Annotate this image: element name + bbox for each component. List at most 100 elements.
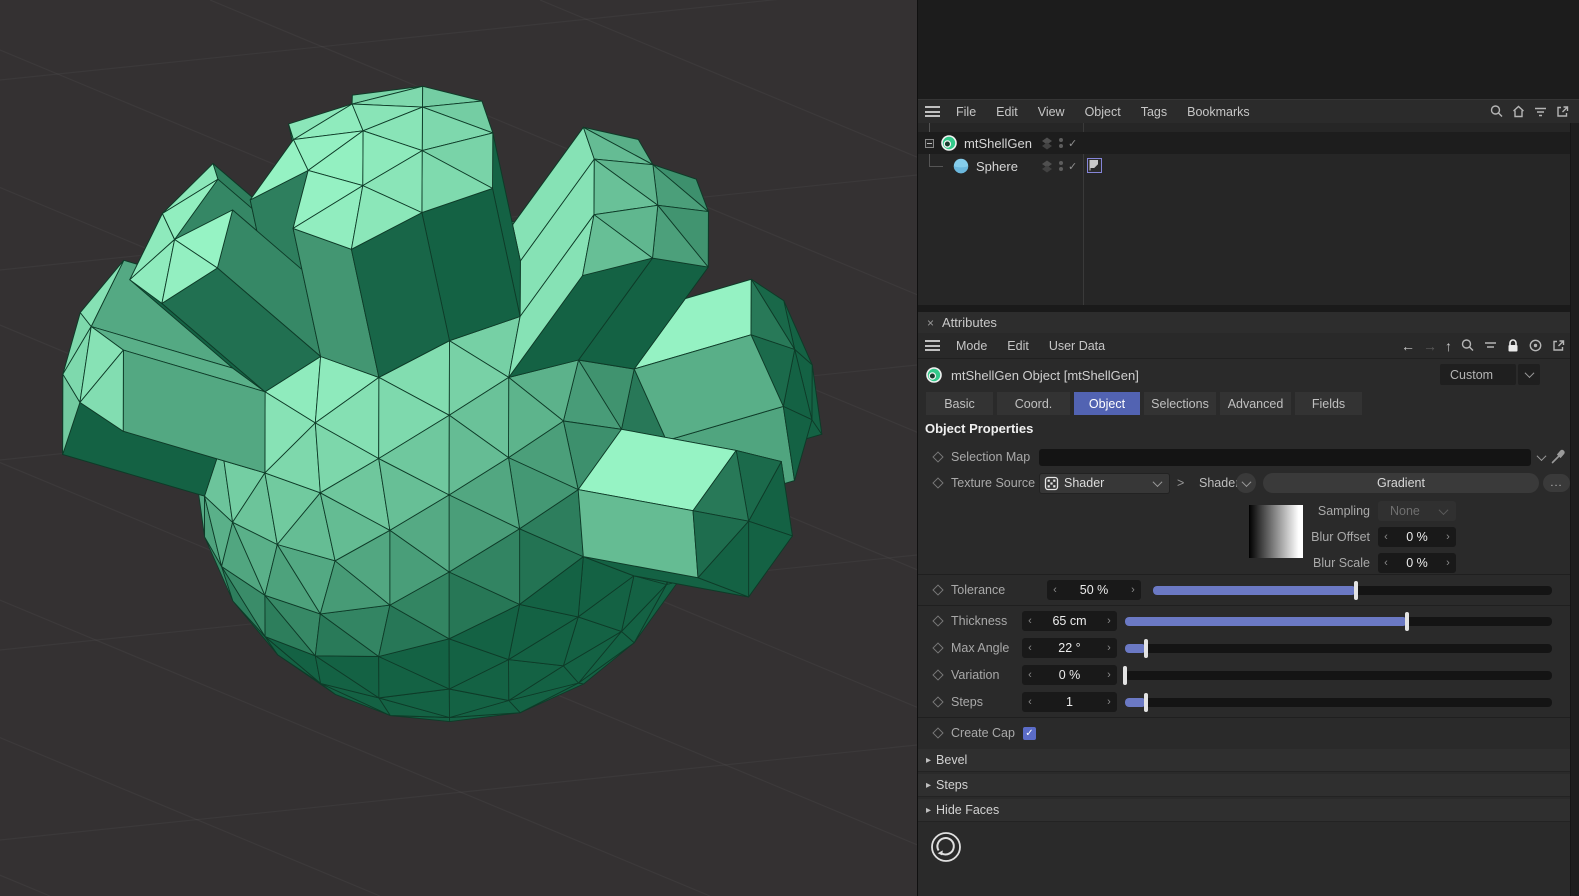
gradient-shader-button[interactable]: Gradient — [1263, 473, 1539, 493]
more-options-button[interactable]: ... — [1543, 474, 1570, 492]
spin-right-icon[interactable]: › — [1125, 584, 1141, 596]
shader-chevron-button[interactable] — [1236, 473, 1256, 493]
variation-spinner[interactable]: ‹ 0 % › — [1022, 665, 1117, 685]
spin-right-icon[interactable]: › — [1440, 531, 1456, 543]
chevron-down-icon[interactable] — [1536, 450, 1547, 461]
om-menu-edit[interactable]: Edit — [986, 105, 1028, 119]
scrollbar-gutter[interactable] — [1570, 123, 1579, 896]
slider-value[interactable]: 1 — [1038, 695, 1101, 709]
om-menu-file[interactable]: File — [946, 105, 986, 119]
keyframe-diamond-icon[interactable] — [932, 584, 944, 596]
enable-dots-icon[interactable] — [1057, 136, 1065, 150]
slider-handle[interactable] — [1123, 666, 1127, 685]
spin-left-icon[interactable]: ‹ — [1022, 696, 1038, 708]
slider-handle[interactable] — [1354, 581, 1359, 600]
layer-icon[interactable] — [1040, 159, 1054, 173]
eyedropper-icon[interactable] — [1550, 449, 1566, 465]
preset-value[interactable]: Custom — [1440, 364, 1516, 385]
history-forward-icon[interactable]: → — [1423, 338, 1437, 354]
attr-menu-userdata[interactable]: User Data — [1039, 339, 1115, 353]
group-bevel[interactable]: ▸ Bevel — [918, 749, 1579, 772]
keyframe-diamond-icon[interactable] — [932, 451, 944, 463]
enabled-check-icon[interactable]: ✓ — [1068, 137, 1077, 150]
slider-handle[interactable] — [1144, 639, 1149, 658]
max-angle-spinner[interactable]: ‹ 22 ° › — [1022, 638, 1117, 658]
steps-spinner[interactable]: ‹ 1 › — [1022, 692, 1117, 712]
slider-track[interactable] — [1125, 639, 1552, 658]
chevron-down-icon[interactable] — [1518, 364, 1540, 385]
keyframe-diamond-icon[interactable] — [932, 615, 944, 627]
tree-row-mtshellgen[interactable]: mtShellGen ✓ — [918, 132, 1579, 154]
keyframe-diamond-icon[interactable] — [932, 696, 944, 708]
refresh-icon[interactable] — [928, 829, 964, 865]
object-label[interactable]: mtShellGen — [964, 136, 1032, 151]
tolerance-spinner[interactable]: ‹ 50 % › — [1047, 580, 1141, 600]
history-back-icon[interactable]: ← — [1401, 338, 1415, 354]
spin-left-icon[interactable]: ‹ — [1022, 615, 1038, 627]
selection-tag-icon[interactable] — [1087, 158, 1102, 173]
expand-toggle-icon[interactable] — [925, 138, 934, 148]
popout-icon[interactable] — [1551, 338, 1566, 353]
blur-offset-spinner[interactable]: ‹ 0 % › — [1378, 527, 1456, 547]
spin-left-icon[interactable]: ‹ — [1022, 669, 1038, 681]
spin-right-icon[interactable]: › — [1440, 557, 1456, 569]
om-menu-object[interactable]: Object — [1075, 105, 1131, 119]
preset-dropdown[interactable]: Custom — [1440, 364, 1540, 385]
filter-icon[interactable] — [1533, 104, 1548, 119]
attr-menu-mode[interactable]: Mode — [946, 339, 997, 353]
spin-right-icon[interactable]: › — [1101, 615, 1117, 627]
spin-right-icon[interactable]: › — [1101, 642, 1117, 654]
slider-track[interactable] — [1125, 612, 1552, 631]
slider-value[interactable]: 50 % — [1063, 583, 1125, 597]
spin-left-icon[interactable]: ‹ — [1378, 557, 1394, 569]
attr-menu-edit[interactable]: Edit — [997, 339, 1039, 353]
tab-advanced[interactable]: Advanced — [1220, 392, 1291, 415]
slider-track[interactable] — [1123, 666, 1552, 685]
tab-object[interactable]: Object — [1074, 392, 1140, 415]
enable-dots-icon[interactable] — [1057, 159, 1065, 173]
keyframe-diamond-icon[interactable] — [932, 642, 944, 654]
keyframe-diamond-icon[interactable] — [932, 727, 944, 739]
blur-scale-spinner[interactable]: ‹ 0 % › — [1378, 553, 1456, 573]
home-icon[interactable] — [1511, 104, 1526, 119]
spin-left-icon[interactable]: ‹ — [1378, 531, 1394, 543]
group-steps[interactable]: ▸ Steps — [918, 774, 1579, 797]
spin-left-icon[interactable]: ‹ — [1047, 584, 1063, 596]
tab-basic[interactable]: Basic — [926, 392, 993, 415]
popout-icon[interactable] — [1555, 104, 1570, 119]
slider-value[interactable]: 0 % — [1038, 668, 1101, 682]
slider-handle[interactable] — [1144, 693, 1149, 712]
group-hide-faces[interactable]: ▸ Hide Faces — [918, 799, 1579, 822]
om-menu-view[interactable]: View — [1028, 105, 1075, 119]
viewport-3d[interactable] — [0, 0, 917, 896]
keyframe-diamond-icon[interactable] — [932, 669, 944, 681]
lock-icon[interactable] — [1506, 338, 1520, 353]
enabled-check-icon[interactable]: ✓ — [1068, 160, 1077, 173]
slider-track[interactable] — [1153, 581, 1552, 600]
parent-up-icon[interactable]: ↑ — [1445, 338, 1452, 354]
spin-left-icon[interactable]: ‹ — [1022, 642, 1038, 654]
slider-track[interactable] — [1125, 693, 1552, 712]
spin-right-icon[interactable]: › — [1101, 696, 1117, 708]
texture-source-dropdown[interactable]: Shader — [1039, 472, 1170, 494]
object-label[interactable]: Sphere — [976, 159, 1018, 174]
selection-map-input[interactable] — [1039, 448, 1531, 466]
slider-value[interactable]: 65 cm — [1038, 614, 1101, 628]
tab-coord[interactable]: Coord. — [997, 392, 1070, 415]
blur-scale-value[interactable]: 0 % — [1394, 556, 1440, 570]
layer-icon[interactable] — [1040, 136, 1054, 150]
panel-menu-icon[interactable] — [925, 340, 940, 351]
keyframe-diamond-icon[interactable] — [932, 477, 944, 489]
filter-icon[interactable] — [1483, 338, 1498, 353]
om-menu-bookmarks[interactable]: Bookmarks — [1177, 105, 1260, 119]
search-icon[interactable] — [1489, 104, 1504, 119]
tree-row-sphere[interactable]: Sphere ✓ — [918, 155, 1579, 177]
blur-offset-value[interactable]: 0 % — [1394, 530, 1440, 544]
spin-right-icon[interactable]: › — [1101, 669, 1117, 681]
close-icon[interactable]: × — [927, 316, 934, 330]
tab-selections[interactable]: Selections — [1144, 392, 1216, 415]
thickness-spinner[interactable]: ‹ 65 cm › — [1022, 611, 1117, 631]
om-menu-tags[interactable]: Tags — [1131, 105, 1177, 119]
search-icon[interactable] — [1460, 338, 1475, 353]
target-icon[interactable] — [1528, 338, 1543, 353]
